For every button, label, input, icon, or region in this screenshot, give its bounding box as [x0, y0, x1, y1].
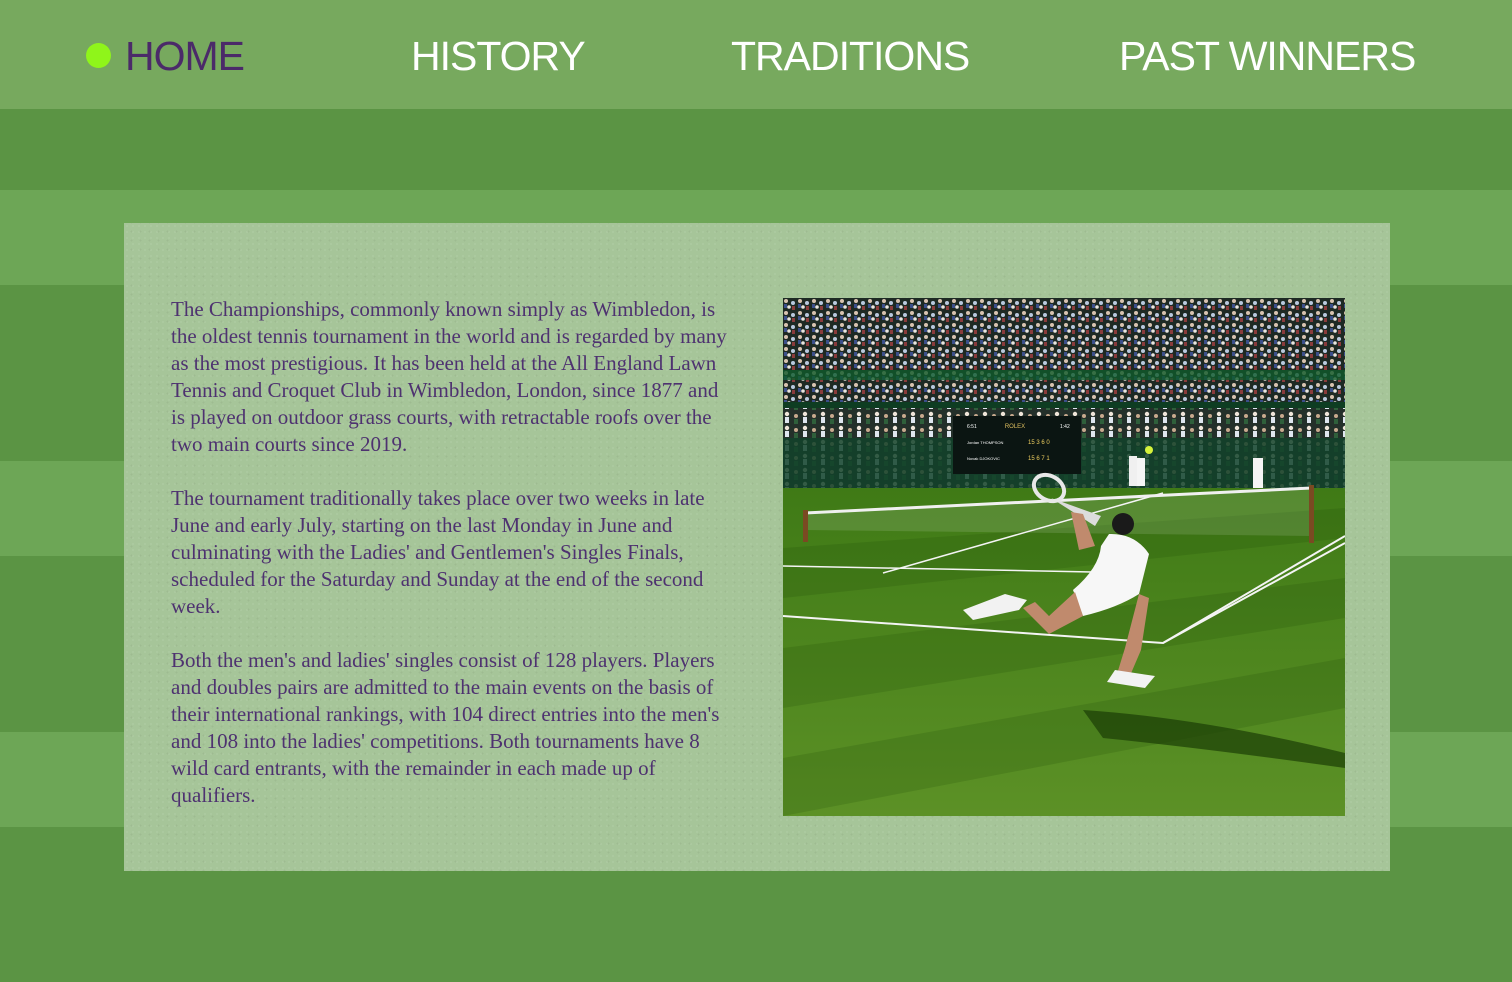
- article-text: The Championships, commonly known simply…: [171, 296, 731, 836]
- content-panel: The Championships, commonly known simply…: [124, 223, 1390, 871]
- scoreboard-time-left: 6:51: [967, 424, 977, 430]
- scoreboard-player2-scores: 15 6 7 1: [1028, 456, 1050, 462]
- paragraph-intro: The Championships, commonly known simply…: [171, 297, 727, 456]
- nav-item-history[interactable]: HISTORY: [411, 30, 586, 82]
- scoreboard-player2: Novak DJOKOVIC: [967, 456, 1000, 461]
- paragraph-schedule: The tournament traditionally takes place…: [171, 486, 705, 618]
- scoreboard-player1-scores: 15 3 6 0: [1028, 440, 1050, 446]
- scoreboard-time-right: 1:42: [1060, 424, 1070, 430]
- nav-item-traditions[interactable]: TRADITIONS: [731, 30, 970, 82]
- main-navigation: HOME HISTORY TRADITIONS PAST WINNERS: [0, 0, 1512, 109]
- scoreboard-player1: Jordan THOMPSON: [967, 440, 1003, 445]
- nav-item-home[interactable]: HOME: [125, 30, 245, 82]
- active-indicator-icon: [86, 43, 111, 68]
- scoreboard-brand: ROLEX: [1005, 424, 1025, 430]
- paragraph-players: Both the men's and ladies' singles consi…: [171, 648, 720, 807]
- nav-item-past-winners[interactable]: PAST WINNERS: [1119, 30, 1416, 82]
- tennis-match-photo: ROLEX 6:51 1:42 Jordan THOMPSON 15 3 6 0…: [783, 298, 1345, 816]
